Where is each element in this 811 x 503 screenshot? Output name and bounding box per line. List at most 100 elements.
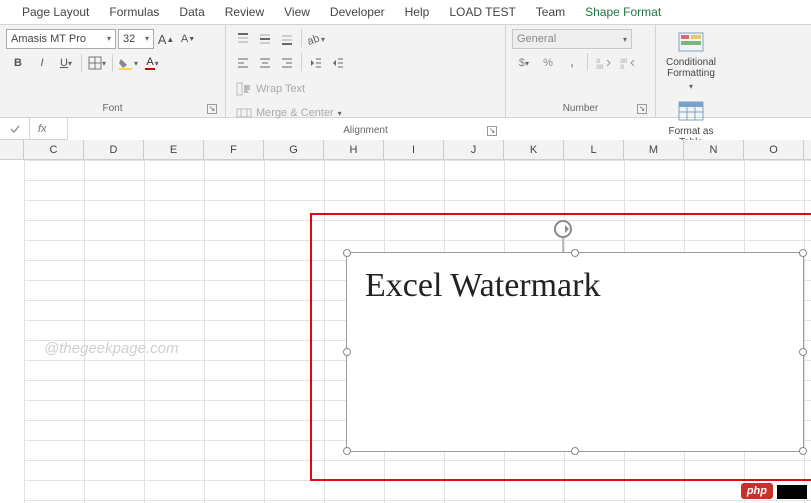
ribbon-tabs: Page Layout Formulas Data Review View De… bbox=[0, 0, 811, 24]
col-header[interactable]: I bbox=[384, 140, 444, 159]
separator bbox=[112, 54, 113, 72]
font-color-button[interactable]: A ▾ bbox=[140, 53, 164, 73]
decrease-decimal-icon: .00.0 bbox=[619, 57, 635, 69]
tab-developer[interactable]: Developer bbox=[320, 0, 395, 24]
php-badge: php bbox=[741, 483, 773, 499]
group-font: Amasis MT Pro ▾ 32 ▾ A▲ A▼ B I U▾ ▾ bbox=[0, 25, 226, 117]
col-header[interactable]: H bbox=[324, 140, 384, 159]
col-header[interactable]: O bbox=[744, 140, 804, 159]
col-header[interactable]: F bbox=[204, 140, 264, 159]
orientation-button[interactable]: ab▾ bbox=[305, 29, 327, 49]
grow-font-button[interactable]: A▲ bbox=[156, 29, 176, 49]
separator bbox=[587, 53, 588, 71]
bold-button[interactable]: B bbox=[6, 53, 30, 73]
align-middle-button[interactable] bbox=[254, 29, 276, 49]
tab-page-layout[interactable]: Page Layout bbox=[12, 0, 99, 24]
col-header[interactable]: D bbox=[84, 140, 144, 159]
select-all-corner[interactable] bbox=[0, 140, 24, 159]
decrease-decimal-button[interactable]: .00.0 bbox=[615, 53, 639, 73]
tab-team[interactable]: Team bbox=[526, 0, 575, 24]
resize-handle-se[interactable] bbox=[799, 447, 807, 455]
align-left-button[interactable] bbox=[232, 53, 254, 73]
merge-center-button[interactable]: Merge & Center ▾ bbox=[232, 103, 499, 123]
bucket-icon bbox=[118, 56, 134, 70]
col-header[interactable]: M bbox=[624, 140, 684, 159]
number-format-value: General bbox=[517, 33, 556, 45]
resize-handle-nw[interactable] bbox=[343, 249, 351, 257]
format-as-table-icon bbox=[677, 100, 705, 124]
tab-view[interactable]: View bbox=[274, 0, 320, 24]
increase-indent-button[interactable] bbox=[327, 53, 349, 73]
chevron-down-icon: ▾ bbox=[107, 30, 111, 48]
ribbon: Amasis MT Pro ▾ 32 ▾ A▲ A▼ B I U▾ ▾ bbox=[0, 24, 811, 118]
chevron-down-icon: ▾ bbox=[145, 30, 149, 48]
comma-button[interactable]: , bbox=[560, 53, 584, 73]
decrease-indent-button[interactable] bbox=[305, 53, 327, 73]
text-box-shape[interactable]: Excel Watermark bbox=[346, 252, 804, 452]
merge-icon bbox=[236, 106, 252, 120]
dialog-launcher-icon[interactable]: ↘ bbox=[637, 104, 647, 114]
number-group-text: Number bbox=[563, 103, 599, 114]
number-format-combo[interactable]: General ▾ bbox=[512, 29, 632, 49]
col-header[interactable]: L bbox=[564, 140, 624, 159]
align-right-button[interactable] bbox=[276, 53, 298, 73]
col-header[interactable]: K bbox=[504, 140, 564, 159]
check-icon bbox=[9, 123, 21, 135]
chevron-down-icon: ▾ bbox=[321, 35, 325, 44]
shrink-font-button[interactable]: A▼ bbox=[178, 29, 198, 49]
borders-icon bbox=[88, 56, 102, 70]
col-header[interactable]: N bbox=[684, 140, 744, 159]
font-name-value: Amasis MT Pro bbox=[11, 30, 86, 48]
dialog-launcher-icon[interactable]: ↘ bbox=[487, 126, 497, 136]
resize-handle-e[interactable] bbox=[799, 348, 807, 356]
merge-label: Merge & Center bbox=[256, 107, 334, 119]
wrap-text-button[interactable]: Wrap Text bbox=[232, 79, 499, 99]
resize-handle-s[interactable] bbox=[571, 447, 579, 455]
align-top-button[interactable] bbox=[232, 29, 254, 49]
fill-color-button[interactable]: ▾ bbox=[116, 53, 140, 73]
col-header[interactable]: J bbox=[444, 140, 504, 159]
font-color-label: A bbox=[145, 56, 154, 70]
chevron-down-icon: ▾ bbox=[68, 59, 72, 68]
currency-button[interactable]: $▾ bbox=[512, 53, 536, 73]
underline-button[interactable]: U▾ bbox=[54, 53, 78, 73]
resize-handle-n[interactable] bbox=[571, 249, 579, 257]
resize-handle-ne[interactable] bbox=[799, 249, 807, 257]
underline-label: U bbox=[60, 57, 68, 69]
tab-help[interactable]: Help bbox=[395, 0, 440, 24]
italic-button[interactable]: I bbox=[30, 53, 54, 73]
chevron-down-icon: ▾ bbox=[134, 59, 138, 68]
text-box-content[interactable]: Excel Watermark bbox=[347, 253, 803, 305]
col-header[interactable]: C bbox=[24, 140, 84, 159]
name-box[interactable] bbox=[0, 118, 30, 140]
group-font-label: Font ↘ bbox=[6, 101, 219, 117]
rotate-handle-icon[interactable] bbox=[554, 220, 572, 238]
tab-shape-format[interactable]: Shape Format bbox=[575, 0, 671, 24]
font-size-combo[interactable]: 32 ▾ bbox=[118, 29, 154, 49]
svg-text:.0: .0 bbox=[619, 65, 625, 69]
group-alignment: ab▾ Wrap Text Merge & Ce bbox=[226, 25, 506, 117]
conditional-formatting-button[interactable]: Conditional Formatting ▾ bbox=[662, 29, 720, 92]
tab-load-test[interactable]: LOAD TEST bbox=[439, 0, 525, 24]
worksheet-grid[interactable]: C D E F G H I J K L M N O @thegeekpage.c… bbox=[0, 140, 811, 503]
resize-handle-w[interactable] bbox=[343, 348, 351, 356]
col-header[interactable]: E bbox=[144, 140, 204, 159]
increase-decimal-button[interactable]: .0.00 bbox=[591, 53, 615, 73]
borders-button[interactable]: ▾ bbox=[85, 53, 109, 73]
resize-handle-sw[interactable] bbox=[343, 447, 351, 455]
percent-button[interactable]: % bbox=[536, 53, 560, 73]
align-center-button[interactable] bbox=[254, 53, 276, 73]
fx-label[interactable]: fx bbox=[30, 118, 68, 140]
tab-data[interactable]: Data bbox=[169, 0, 214, 24]
tab-review[interactable]: Review bbox=[215, 0, 274, 24]
chevron-down-icon: ▾ bbox=[689, 81, 693, 92]
tab-formulas[interactable]: Formulas bbox=[99, 0, 169, 24]
col-header[interactable]: G bbox=[264, 140, 324, 159]
dialog-launcher-icon[interactable]: ↘ bbox=[207, 104, 217, 114]
font-group-text: Font bbox=[102, 103, 122, 114]
align-bottom-button[interactable] bbox=[276, 29, 298, 49]
overlay-chip bbox=[777, 485, 807, 499]
alignment-group-text: Alignment bbox=[343, 125, 387, 136]
font-name-combo[interactable]: Amasis MT Pro ▾ bbox=[6, 29, 116, 49]
chevron-down-icon: ▾ bbox=[155, 59, 159, 68]
